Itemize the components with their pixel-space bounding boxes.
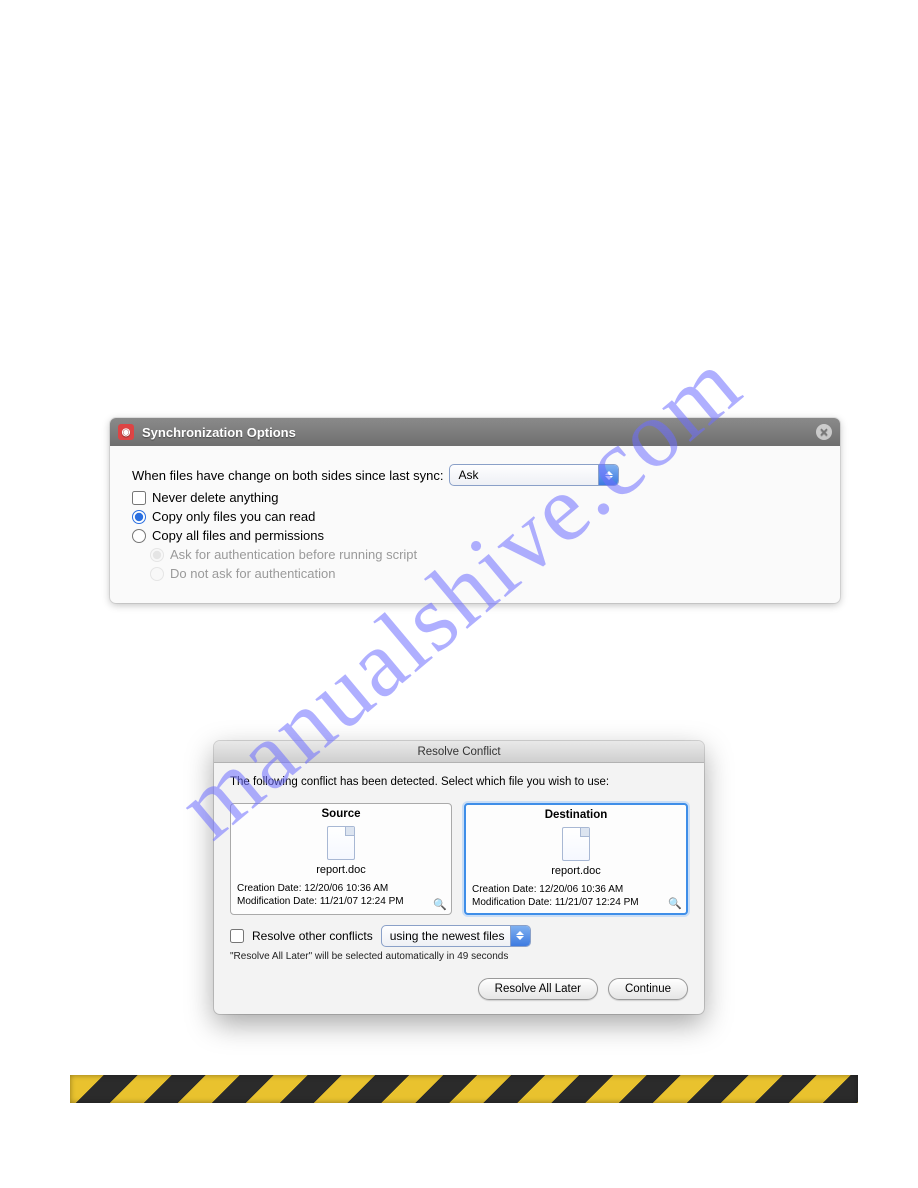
auto-select-note: "Resolve All Later" will be selected aut…	[230, 951, 688, 962]
source-filename: report.doc	[231, 864, 451, 876]
sync-title: Synchronization Options	[142, 425, 296, 440]
document-icon	[562, 827, 590, 861]
magnify-icon[interactable]: 🔍	[668, 897, 680, 909]
destination-filename: report.doc	[466, 865, 686, 877]
copy-read-radio[interactable]	[132, 510, 146, 524]
copy-all-radio[interactable]	[132, 529, 146, 543]
copy-all-label: Copy all files and permissions	[152, 528, 324, 543]
source-creation-date: Creation Date: 12/20/06 10:36 AM	[237, 882, 445, 895]
conflict-titlebar: Resolve Conflict	[214, 741, 704, 763]
resolve-conflict-panel: Resolve Conflict The following conflict …	[214, 741, 704, 1014]
document-icon	[327, 826, 355, 860]
destination-file-card[interactable]: Destination report.doc Creation Date: 12…	[464, 803, 688, 915]
never-delete-label: Never delete anything	[152, 490, 278, 505]
resolve-all-later-button[interactable]: Resolve All Later	[478, 978, 598, 1000]
never-delete-checkbox[interactable]	[132, 491, 146, 505]
copy-read-label: Copy only files you can read	[152, 509, 315, 524]
source-header: Source	[231, 804, 451, 824]
sync-prompt-label: When files have change on both sides sin…	[132, 468, 443, 483]
sync-body: When files have change on both sides sin…	[110, 446, 840, 603]
sync-titlebar: ◉ Synchronization Options ✕	[110, 418, 840, 446]
auth-no-radio	[150, 567, 164, 581]
magnify-icon[interactable]: 🔍	[433, 898, 445, 910]
auth-no-label: Do not ask for authentication	[170, 566, 336, 581]
dropdown-value: Ask	[458, 468, 478, 482]
close-icon[interactable]: ✕	[816, 424, 832, 440]
resolve-dropdown-value: using the newest files	[390, 929, 505, 943]
conflict-body: The following conflict has been detected…	[214, 763, 704, 1014]
destination-header: Destination	[466, 805, 686, 825]
auth-ask-label: Ask for authentication before running sc…	[170, 547, 417, 562]
sync-options-panel: ◉ Synchronization Options ✕ When files h…	[110, 418, 840, 603]
conflict-behavior-dropdown[interactable]: Ask	[449, 464, 619, 486]
conflict-instructions: The following conflict has been detected…	[230, 775, 688, 791]
caution-stripe	[70, 1075, 858, 1103]
resolve-other-checkbox[interactable]	[230, 929, 244, 943]
dropdown-stepper-icon	[510, 926, 530, 946]
resolve-other-label: Resolve other conflicts	[252, 929, 373, 943]
auth-ask-radio	[150, 548, 164, 562]
source-modification-date: Modification Date: 11/21/07 12:24 PM	[237, 895, 445, 908]
destination-creation-date: Creation Date: 12/20/06 10:36 AM	[472, 883, 680, 896]
source-file-card[interactable]: Source report.doc Creation Date: 12/20/0…	[230, 803, 452, 915]
continue-button[interactable]: Continue	[608, 978, 688, 1000]
resolve-strategy-dropdown[interactable]: using the newest files	[381, 925, 531, 947]
destination-modification-date: Modification Date: 11/21/07 12:24 PM	[472, 896, 680, 909]
app-icon: ◉	[118, 424, 134, 440]
dropdown-stepper-icon	[598, 465, 618, 485]
conflict-title: Resolve Conflict	[417, 746, 500, 758]
